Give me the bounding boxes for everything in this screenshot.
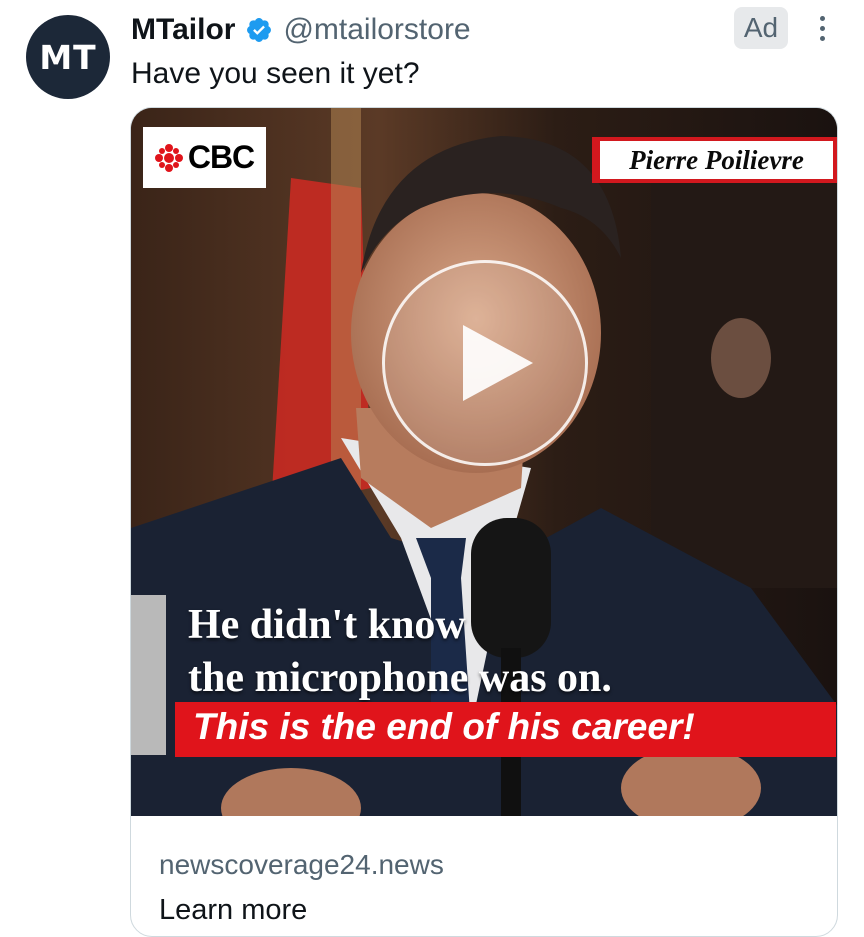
- more-vertical-icon: [819, 15, 825, 21]
- link-card[interactable]: CBC Pierre Poilievre He didn't know the …: [130, 107, 838, 937]
- cbc-gem-icon: [154, 143, 183, 172]
- tweet-header: MTailor @mtailorstore: [131, 10, 471, 50]
- card-domain: newscoverage24.news: [159, 849, 444, 880]
- avatar[interactable]: MT: [26, 15, 110, 99]
- learn-more-link[interactable]: Learn more: [159, 894, 307, 927]
- tweet-text: Have you seen it yet?: [131, 57, 420, 90]
- name-tag: Pierre Poilievre: [592, 137, 837, 183]
- verified-badge-icon: [245, 16, 273, 44]
- ad-badge: Ad: [734, 7, 788, 49]
- cbc-logo: CBC: [143, 127, 266, 188]
- cbc-logo-text: CBC: [187, 139, 255, 175]
- card-footer[interactable]: newscoverage24.news Learn more: [131, 816, 837, 936]
- user-handle[interactable]: @mtailorstore: [283, 13, 470, 47]
- avatar-initials: MT: [39, 37, 97, 77]
- caption-accent-bar: [131, 595, 166, 755]
- caption-highlight-text: This is the end of his career!: [193, 706, 695, 747]
- caption-line-1: He didn't know: [188, 602, 466, 648]
- play-button[interactable]: [382, 260, 588, 466]
- more-options-button[interactable]: [810, 10, 834, 46]
- display-name[interactable]: MTailor: [131, 13, 235, 47]
- name-tag-text: Pierre Poilievre: [600, 141, 833, 179]
- video-thumbnail[interactable]: CBC Pierre Poilievre He didn't know the …: [131, 108, 837, 816]
- caption-line-2: the microphone was on.: [188, 655, 612, 701]
- play-icon: [463, 325, 533, 401]
